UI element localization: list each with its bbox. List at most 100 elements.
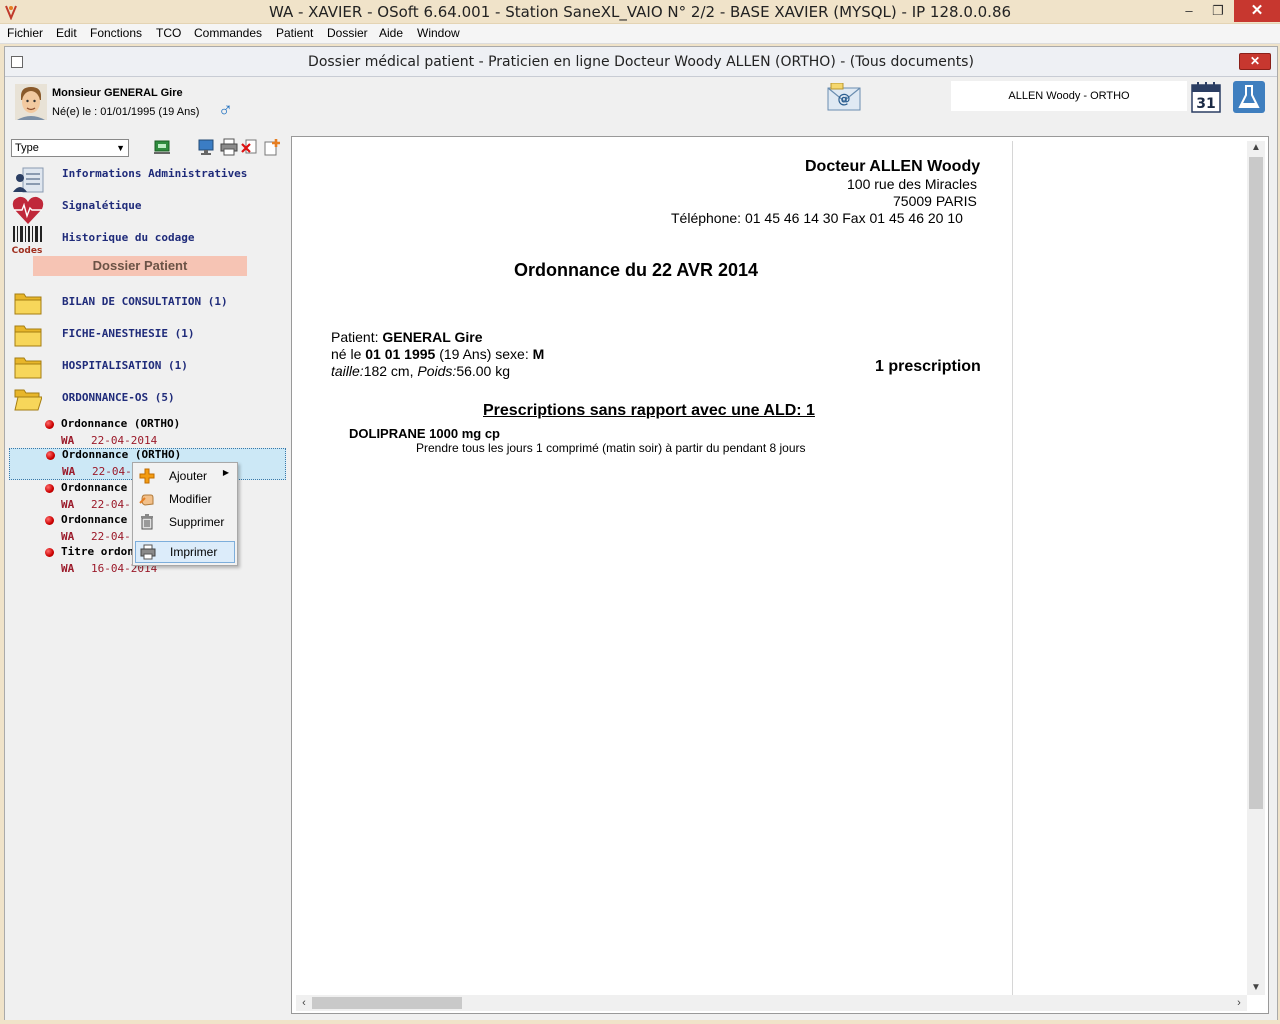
document-date: 22-04- <box>91 498 131 511</box>
scroll-right-icon[interactable]: › <box>1231 995 1247 1011</box>
printer-icon[interactable] <box>220 138 238 156</box>
horizontal-scrollbar[interactable]: ‹ › <box>296 995 1247 1011</box>
nav-historique-codage[interactable]: Historique du codage <box>62 231 194 244</box>
calendar-icon[interactable]: 31 <box>1191 81 1221 113</box>
nav-informations-administratives[interactable]: Informations Administratives <box>62 167 247 180</box>
menu-patient[interactable]: Patient <box>276 26 313 40</box>
svg-text:@: @ <box>838 92 851 107</box>
menu-fonctions[interactable]: Fonctions <box>90 26 142 40</box>
nav-signaletique[interactable]: Signalétique <box>62 199 141 212</box>
status-dot-icon <box>45 548 54 557</box>
context-menu-imprimer[interactable]: Imprimer <box>135 541 235 563</box>
patient-avatar-icon[interactable] <box>15 84 47 120</box>
menu-dossier[interactable]: Dossier <box>327 26 368 40</box>
flask-icon[interactable] <box>1233 81 1265 113</box>
maximize-button[interactable]: ❐ <box>1206 0 1230 22</box>
document-date: 22-04- <box>91 530 131 543</box>
menu-window[interactable]: Window <box>417 26 460 40</box>
menu-bar: Fichier Edit Fonctions TCO Commandes Pat… <box>0 24 1280 44</box>
submenu-arrow-icon: ▶ <box>222 468 229 477</box>
context-menu-ajouter[interactable]: Ajouter ▶ <box>135 465 235 487</box>
practitioner-name: ALLEN Woody - ORTHO <box>1008 90 1130 102</box>
birth-line: né le 01 01 1995 (19 Ans) sexe: M <box>331 346 544 362</box>
heart-icon[interactable] <box>11 194 45 226</box>
scroll-down-icon[interactable]: ▼ <box>1247 981 1265 995</box>
vertical-scroll-thumb[interactable] <box>1249 157 1263 809</box>
doctor-name: Docteur ALLEN Woody <box>805 158 981 175</box>
context-menu: Ajouter ▶ Modifier Supprimer Imprimer <box>132 462 238 566</box>
born-label: né le <box>331 346 366 362</box>
minimize-button[interactable]: – <box>1178 0 1200 22</box>
codes-icon[interactable]: Codes <box>11 224 45 256</box>
document-viewer[interactable]: Docteur ALLEN Woody 100 rue des Miracles… <box>291 136 1269 1014</box>
plus-icon <box>139 468 155 484</box>
folder-icon[interactable] <box>14 321 42 347</box>
inner-window-title: Dossier médical patient - Praticien en l… <box>308 54 974 70</box>
document-title: Ordonnance <box>61 481 128 494</box>
document-title: Ordonnance (ORTHO) <box>62 448 182 461</box>
type-filter-select[interactable]: Type ▼ <box>11 139 129 157</box>
born-date: 01 01 1995 <box>365 346 436 362</box>
page-margin-line <box>1012 141 1013 995</box>
menu-fichier[interactable]: Fichier <box>7 26 43 40</box>
scroll-left-icon[interactable]: ‹ <box>296 995 312 1011</box>
type-filter-value: Type <box>15 142 39 154</box>
folder-ordonnance-os[interactable]: ORDONNANCE-OS (5) <box>62 391 175 404</box>
age-sex-label: (19 Ans) sexe: <box>435 346 533 362</box>
close-button[interactable]: ✕ <box>1234 0 1280 22</box>
patient-line: Patient: GENERAL Gire <box>331 329 482 345</box>
folder-bilan-consultation[interactable]: BILAN DE CONSULTATION (1) <box>62 295 228 308</box>
document-item[interactable]: Ordonnance (ORTHO) WA 22-04-2014 <box>9 417 286 449</box>
document-author: WA <box>61 498 75 511</box>
menu-commandes[interactable]: Commandes <box>194 26 262 40</box>
status-dot-icon <box>45 516 54 525</box>
scroll-up-icon[interactable]: ▲ <box>1247 141 1265 155</box>
practitioner-box: ALLEN Woody - ORTHO <box>951 81 1187 111</box>
chevron-down-icon: ▼ <box>116 143 125 153</box>
folder-icon[interactable] <box>14 289 42 315</box>
prescriptions-section-title: Prescriptions sans rapport avec une ALD:… <box>483 402 815 419</box>
monitor-icon[interactable] <box>197 138 215 156</box>
document-title: Ordonnance <box>61 513 128 526</box>
menu-tco[interactable]: TCO <box>156 26 181 40</box>
context-menu-modifier[interactable]: Modifier <box>135 488 235 510</box>
mail-icon[interactable]: @ <box>827 83 861 113</box>
document-title: Ordonnance (ORTHO) <box>61 417 181 430</box>
doctor-address-street: 100 rue des Miracles <box>847 176 977 192</box>
inner-close-button[interactable]: ✕ <box>1239 53 1271 70</box>
document-title: Titre ordonn <box>61 545 141 558</box>
menu-edit[interactable]: Edit <box>56 26 77 40</box>
patient-label: Patient: <box>331 329 383 345</box>
patient-dob: Né(e) le : 01/01/1995 (19 Ans) <box>52 106 200 118</box>
app-title: WA - XAVIER - OSoft 6.64.001 - Station S… <box>268 3 1012 21</box>
context-menu-label: Imprimer <box>170 545 218 559</box>
vertical-scrollbar[interactable]: ▲ ▼ <box>1247 141 1265 995</box>
measures-line: taille:182 cm, Poids:56.00 kg <box>331 363 510 379</box>
document-author: WA <box>62 465 76 478</box>
menu-aide[interactable]: Aide <box>379 26 403 40</box>
scan-icon[interactable] <box>153 138 171 156</box>
folder-icon[interactable] <box>14 353 42 379</box>
codes-caption: Codes <box>12 246 43 256</box>
context-menu-label: Supprimer <box>169 515 225 529</box>
admin-info-icon[interactable] <box>11 164 45 196</box>
hand-edit-icon <box>139 494 154 506</box>
calendar-day: 31 <box>1196 96 1215 112</box>
horizontal-scroll-thumb[interactable] <box>312 997 462 1009</box>
doctor-phone-fax: Téléphone: 01 45 46 14 30 Fax 01 45 46 2… <box>671 210 963 226</box>
folder-hospitalisation[interactable]: HOSPITALISATION (1) <box>62 359 188 372</box>
status-dot-icon <box>45 484 54 493</box>
drug-instructions: Prendre tous les jours 1 comprimé (matin… <box>416 441 806 455</box>
poids-label: Poids: <box>417 363 457 379</box>
context-menu-supprimer[interactable]: Supprimer <box>135 511 235 533</box>
left-panel: Type ▼ Informations Administratives Sign… <box>9 136 286 1020</box>
taille-label: taille: <box>331 363 364 379</box>
document-author: WA <box>61 434 75 447</box>
add-document-icon[interactable] <box>263 138 281 156</box>
folder-fiche-anesthesie[interactable]: FICHE-ANESTHESIE (1) <box>62 327 194 340</box>
male-icon: ♂ <box>218 99 233 121</box>
delete-document-icon[interactable] <box>241 138 259 156</box>
document-author: WA <box>61 562 75 575</box>
drug-name: DOLIPRANE 1000 mg cp <box>349 426 500 441</box>
folder-open-icon[interactable] <box>14 385 42 411</box>
